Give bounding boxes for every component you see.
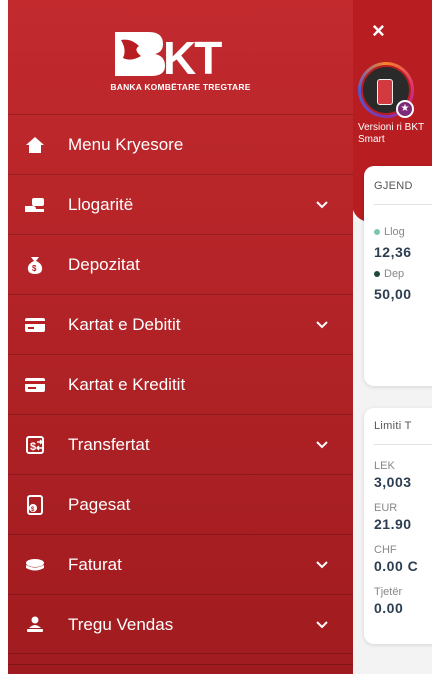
bank-logo: KT BANKA KOMBËTARE TREGTARE [8, 0, 353, 110]
menu-item-label: Tregu Vendas [68, 615, 174, 634]
star-badge-icon: ★ [396, 100, 414, 118]
limit-value: 3,003 [374, 474, 412, 490]
menu-item-transfers[interactable]: $ Transfertat [8, 414, 353, 474]
debit-card-icon [24, 314, 46, 336]
menu-item-label: Kartat e Kreditit [68, 375, 186, 394]
chevron-down-icon[interactable] [314, 617, 330, 633]
currency-label: CHF [374, 544, 397, 556]
close-menu-button[interactable]: × [372, 20, 385, 42]
currency-label: Tjetër [374, 586, 403, 598]
chevron-down-icon[interactable] [314, 197, 330, 213]
menu-item-bills[interactable]: Faturat [8, 534, 353, 594]
menu-item-main-menu[interactable]: Menu Kryesore [8, 114, 353, 174]
balance-card-title: GJEND [374, 180, 413, 192]
svg-text:$: $ [30, 441, 36, 453]
menu-item-credit-cards[interactable]: Kartat e Kreditit [8, 354, 353, 414]
menu-item-label: Faturat [68, 555, 122, 574]
chevron-down-icon[interactable] [314, 557, 330, 573]
limit-value: 21.90 [374, 516, 412, 532]
menu-item-label: Menu Kryesore [68, 135, 184, 154]
logo-letters: KT [163, 32, 222, 80]
deposits-legend: Dep [374, 268, 404, 280]
menu-item-payments[interactable]: $ Pagesat [8, 474, 353, 534]
background-dashboard: × ★ Versioni ri BKT Smart GJEND Llog 12,… [352, 0, 432, 674]
balance-card[interactable]: GJEND Llog 12,36 Dep 50,00 [364, 166, 432, 386]
deposits-legend-label: Dep [384, 268, 405, 280]
currency-label: EUR [374, 502, 398, 514]
menu-item-label: Transfertat [68, 435, 150, 454]
home-icon [24, 134, 46, 156]
payment-icon: $ [24, 494, 46, 516]
menu-item-local-market[interactable]: Tregu Vendas [8, 594, 353, 654]
bank-full-name: BANKA KOMBËTARE TREGTARE [110, 82, 251, 92]
side-drawer: KT BANKA KOMBËTARE TREGTARE Menu Kryesor… [8, 0, 353, 674]
menu-item-debit-cards[interactable]: Kartat e Debitit [8, 294, 353, 354]
accounts-legend-label: Llog [384, 226, 405, 238]
bills-icon [24, 554, 46, 576]
limits-card[interactable]: Limiti T LEK 3,003 EUR 21.90 CHF 0.00 C … [364, 408, 432, 644]
bkt-logo-icon: KT [115, 32, 224, 80]
chevron-down-icon[interactable] [314, 317, 330, 333]
menu-bottom-divider [8, 664, 353, 674]
limits-card-title: Limiti T [374, 420, 412, 432]
legend-dot-icon [374, 271, 380, 278]
transfer-icon: $ [24, 434, 46, 456]
money-bag-icon: $ [24, 254, 46, 276]
credit-card-icon [24, 374, 46, 396]
phone-image-icon [377, 79, 393, 105]
accounts-balance: 12,36 [374, 244, 412, 260]
svg-text:$: $ [32, 264, 37, 273]
menu-item-accounts[interactable]: Llogaritë [8, 174, 353, 234]
divider [374, 444, 432, 445]
account-icon [24, 194, 46, 216]
menu-item-label: Depozitat [68, 255, 140, 274]
main-menu: Menu Kryesore Llogaritë $ Depozitat Kart… [8, 114, 353, 654]
menu-item-label: Llogaritë [68, 195, 134, 214]
menu-item-label: Pagesat [68, 495, 131, 514]
divider [374, 204, 432, 205]
story-caption[interactable]: Versioni ri BKT Smart [358, 122, 432, 146]
menu-item-label: Kartat e Debitit [68, 315, 181, 334]
limit-value: 0.00 C [374, 558, 419, 574]
limit-value: 0.00 [374, 600, 404, 616]
legend-dot-icon [374, 229, 380, 236]
accounts-legend: Llog [374, 226, 405, 238]
currency-label: LEK [374, 460, 395, 472]
market-icon [24, 614, 46, 636]
menu-item-deposits[interactable]: $ Depozitat [8, 234, 353, 294]
deposits-balance: 50,00 [374, 286, 412, 302]
chevron-down-icon[interactable] [314, 437, 330, 453]
